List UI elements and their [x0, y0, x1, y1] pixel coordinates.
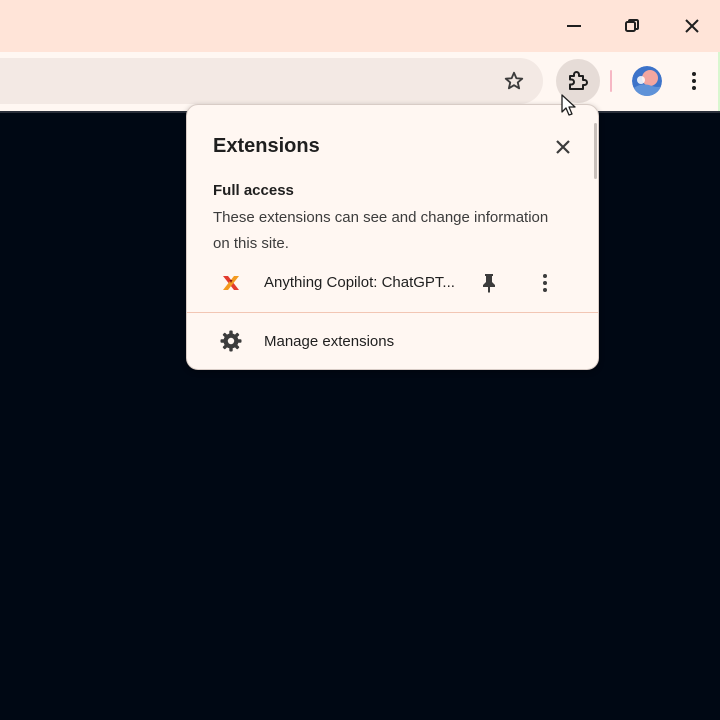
popup-title: Extensions: [213, 135, 320, 157]
address-bar[interactable]: [0, 58, 543, 104]
pin-extension-button[interactable]: [473, 267, 505, 299]
toolbar: [0, 52, 720, 112]
close-window-button[interactable]: [670, 4, 714, 48]
extension-more-button[interactable]: [529, 267, 561, 299]
manage-extensions-label: Manage extensions: [264, 333, 395, 350]
full-access-description: These extensions can see and change info…: [213, 209, 549, 252]
star-icon: [504, 71, 524, 90]
extension-row[interactable]: Anything Copilot: ChatGPT...: [187, 262, 598, 304]
restore-button[interactable]: [610, 4, 654, 48]
close-icon: [556, 140, 570, 154]
gear-icon: [220, 330, 242, 352]
minimize-button[interactable]: [552, 4, 596, 48]
extensions-popup: Extensions Full access These extensions …: [186, 104, 599, 370]
restore-icon: [625, 19, 639, 32]
popup-scrollbar[interactable]: [594, 123, 597, 179]
popup-close-button[interactable]: [545, 131, 581, 163]
mouse-cursor-icon: [561, 94, 576, 116]
minimize-icon: [567, 25, 581, 27]
close-icon: [685, 19, 699, 33]
manage-extensions-item[interactable]: Manage extensions: [187, 321, 598, 361]
bookmark-button[interactable]: [492, 59, 536, 103]
anything-copilot-icon: [223, 276, 239, 290]
toolbar-divider: [610, 70, 612, 92]
title-bar: [0, 0, 720, 52]
puzzle-icon: [569, 71, 588, 90]
avatar-icon: [632, 66, 662, 96]
full-access-heading: Full access: [213, 182, 294, 199]
extension-name: Anything Copilot: ChatGPT...: [264, 274, 455, 291]
kebab-icon: [692, 72, 696, 90]
pin-icon: [483, 274, 495, 293]
kebab-icon: [543, 274, 547, 292]
popup-divider: [187, 312, 598, 313]
profile-avatar[interactable]: [632, 66, 662, 96]
chrome-menu-button[interactable]: [676, 59, 712, 103]
